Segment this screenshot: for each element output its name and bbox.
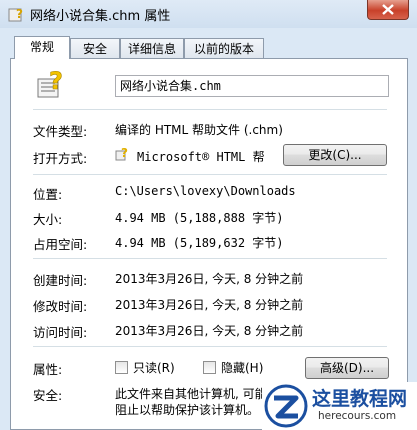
help-program-icon: ?: [115, 146, 128, 161]
general-panel: ? 网络小说合集.chm 文件类型: 编译的 HTML 帮助文件 (.chm) …: [10, 58, 408, 430]
open-with-label: 打开方式:: [33, 151, 88, 166]
location-label: 位置:: [33, 187, 63, 202]
security-text-line-1: 此文件来自其他计算机, 可能: [115, 387, 267, 401]
divider: [33, 109, 387, 110]
file-type-label: 文件类型:: [33, 124, 88, 139]
readonly-checkbox[interactable]: [115, 361, 128, 374]
svg-text:?: ?: [49, 67, 63, 95]
readonly-label[interactable]: 只读(R): [133, 359, 175, 376]
hidden-label[interactable]: 隐藏(H): [221, 359, 263, 376]
title-bar[interactable]: ? 网络小说合集.chm 属性: [0, 0, 417, 28]
modified-value: 2013年3月26日, 今天, 8 分钟之前: [115, 298, 304, 312]
size-value: 4.94 MB (5,188,888 字节): [115, 211, 284, 225]
created-label: 创建时间:: [33, 273, 88, 288]
security-label: 安全:: [33, 388, 63, 403]
window-title: 网络小说合集.chm 属性: [30, 9, 171, 24]
divider: [33, 258, 387, 259]
open-with-value: Microsoft® HTML 帮助: [137, 150, 265, 164]
size-label: 大小:: [33, 212, 63, 227]
close-icon: [382, 4, 394, 15]
advanced-button[interactable]: 高级(D)...: [305, 357, 389, 379]
tab-general[interactable]: 常规: [14, 36, 70, 59]
close-button[interactable]: [367, 0, 409, 20]
watermark-title: 这里教程网: [312, 388, 408, 410]
watermark-logo: [264, 384, 308, 428]
tab-previous-versions[interactable]: 以前的版本: [184, 38, 264, 58]
hidden-checkbox[interactable]: [203, 361, 216, 374]
chm-file-icon: ?: [8, 7, 23, 22]
location-value: C:\Users\lovexy\Downloads: [115, 184, 296, 198]
watermark-url: herecours.com: [318, 410, 397, 422]
svg-text:?: ?: [121, 146, 128, 160]
tab-security[interactable]: 安全: [70, 38, 120, 58]
attributes-label: 属性:: [33, 362, 63, 377]
accessed-value: 2013年3月26日, 今天, 8 分钟之前: [115, 324, 304, 338]
security-text-line-2: 阻止以帮助保护该计算机。: [115, 403, 260, 417]
accessed-label: 访问时间:: [33, 325, 88, 340]
tab-details[interactable]: 详细信息: [120, 38, 184, 58]
divider: [33, 174, 387, 175]
disk-size-label: 占用空间:: [33, 237, 88, 252]
change-button[interactable]: 更改(C)...: [283, 144, 387, 166]
created-value: 2013年3月26日, 今天, 8 分钟之前: [115, 272, 304, 286]
chm-file-icon: ?: [37, 67, 63, 98]
file-type-value: 编译的 HTML 帮助文件 (.chm): [115, 123, 283, 137]
file-name-field[interactable]: 网络小说合集.chm: [115, 75, 389, 97]
site-watermark: 这里教程网 herecours.com: [262, 382, 417, 430]
modified-label: 修改时间:: [33, 299, 88, 314]
divider: [33, 346, 387, 347]
disk-size-value: 4.94 MB (5,189,632 字节): [115, 236, 284, 250]
properties-window: ? 网络小说合集.chm 属性 常规 安全 详细信息 以前的版本 ? 网络小说合…: [0, 0, 417, 430]
svg-text:?: ?: [16, 7, 23, 21]
